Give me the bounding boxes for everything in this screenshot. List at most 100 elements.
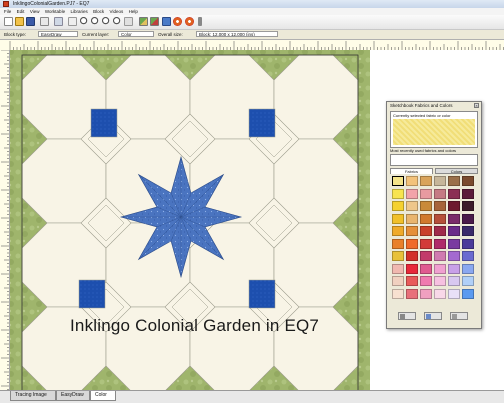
fabric-swatch[interactable]: [406, 226, 418, 236]
fabric-swatch[interactable]: [392, 276, 404, 286]
color-palette-icon[interactable]: [185, 17, 194, 26]
fabric-swatch[interactable]: [420, 201, 432, 211]
fabric-swatch[interactable]: [448, 276, 460, 286]
sketchbook-fabrics-palette[interactable]: Sketchbook Fabrics and Colors × Currentl…: [386, 101, 482, 329]
fabric-swatch[interactable]: [406, 251, 418, 261]
fabric-swatch[interactable]: [392, 238, 404, 249]
fabric-swatch[interactable]: [448, 201, 460, 211]
fabric-swatch[interactable]: [448, 176, 460, 186]
fabric-swatch[interactable]: [392, 226, 404, 236]
fabric-swatch[interactable]: [462, 213, 474, 224]
fabric-swatch[interactable]: [420, 226, 432, 236]
fabric-swatch[interactable]: [462, 201, 474, 211]
fabric-swatch[interactable]: [434, 288, 446, 299]
palette-sort-button[interactable]: [424, 312, 442, 320]
fabric-swatch[interactable]: [392, 176, 404, 186]
fabric-swatch[interactable]: [434, 276, 446, 286]
menu-view[interactable]: View: [30, 9, 40, 14]
save-icon[interactable]: [26, 17, 35, 26]
navy-square: [248, 279, 276, 309]
menu-file[interactable]: File: [4, 9, 11, 14]
menu-help[interactable]: Help: [129, 9, 138, 14]
fabric-swatch[interactable]: [406, 201, 418, 211]
fabric-swatch[interactable]: [392, 263, 404, 274]
fabric-swatch[interactable]: [462, 176, 474, 186]
fabric-swatch[interactable]: [434, 188, 446, 199]
menu-edit[interactable]: Edit: [17, 9, 25, 14]
fabric-swatch[interactable]: [420, 251, 432, 261]
fabric-swatch[interactable]: [392, 201, 404, 211]
fabric-swatch[interactable]: [448, 238, 460, 249]
fabric-swatch[interactable]: [434, 201, 446, 211]
zoom-out-icon[interactable]: [91, 17, 100, 26]
fabric-swatch[interactable]: [420, 188, 432, 199]
fabric-swatch[interactable]: [434, 238, 446, 249]
color-wheel-icon[interactable]: [173, 17, 182, 26]
fabric-swatch[interactable]: [406, 176, 418, 186]
fabric-swatch[interactable]: [420, 238, 432, 249]
fabric-swatch[interactable]: [420, 288, 432, 299]
fabric-swatch[interactable]: [406, 288, 418, 299]
menu-worktable[interactable]: Worktable: [45, 9, 65, 14]
ruler-left-ticks: [1, 49, 9, 390]
tab-easydraw[interactable]: EasyDraw: [56, 391, 90, 401]
open-folder-icon[interactable]: [15, 17, 24, 26]
new-file-icon[interactable]: [4, 17, 13, 26]
fabric-swatch[interactable]: [434, 176, 446, 186]
tab-color[interactable]: Color: [90, 391, 116, 401]
refresh-icon[interactable]: [124, 17, 133, 26]
fabric-swatch[interactable]: [420, 276, 432, 286]
palette-view-button[interactable]: [398, 312, 416, 320]
menu-videos[interactable]: Videos: [110, 9, 124, 14]
fabric-swatch[interactable]: [420, 213, 432, 224]
tab-colors[interactable]: Colors: [435, 168, 478, 174]
fabric-swatch[interactable]: [420, 176, 432, 186]
fabric-swatch[interactable]: [434, 263, 446, 274]
zoom-in-icon[interactable]: [80, 17, 89, 26]
fabric-swatch[interactable]: [448, 251, 460, 261]
fabric-swatch[interactable]: [434, 226, 446, 236]
more-icon[interactable]: [198, 17, 202, 26]
image-caption: Inklingo Colonial Garden in EQ7: [70, 316, 320, 335]
close-icon[interactable]: ×: [474, 103, 479, 108]
view-sketchbook-icon[interactable]: [150, 17, 159, 26]
tab-fabrics[interactable]: Fabrics: [390, 168, 433, 174]
fabric-swatch[interactable]: [448, 263, 460, 274]
fabric-swatch[interactable]: [392, 288, 404, 299]
zoom-fit-icon[interactable]: [102, 17, 111, 26]
fabric-swatch[interactable]: [392, 188, 404, 199]
fabric-swatch[interactable]: [406, 188, 418, 199]
palette-filter-button[interactable]: [450, 312, 468, 320]
fabric-swatch[interactable]: [406, 263, 418, 274]
fabric-swatch[interactable]: [462, 238, 474, 249]
print-icon[interactable]: [40, 17, 49, 26]
menu-libraries[interactable]: Libraries: [70, 9, 87, 14]
fabric-swatch[interactable]: [406, 276, 418, 286]
fabric-swatch[interactable]: [434, 213, 446, 224]
fabric-swatch[interactable]: [434, 251, 446, 261]
add-to-sketchbook-icon[interactable]: [139, 17, 148, 26]
fabric-swatch[interactable]: [392, 251, 404, 261]
fabric-swatch[interactable]: [406, 213, 418, 224]
fabric-swatch[interactable]: [448, 288, 460, 299]
tab-tracing-image[interactable]: Tracing Image: [10, 391, 56, 401]
redo-icon[interactable]: [68, 17, 77, 26]
fabric-swatch[interactable]: [392, 213, 404, 224]
undo-icon[interactable]: [54, 17, 63, 26]
fabric-swatch[interactable]: [406, 238, 418, 249]
fabric-swatch[interactable]: [462, 188, 474, 199]
fabric-swatch[interactable]: [448, 188, 460, 199]
fabric-swatch[interactable]: [448, 213, 460, 224]
fabric-swatch[interactable]: [462, 263, 474, 274]
fabric-swatch[interactable]: [462, 226, 474, 236]
fabric-swatch[interactable]: [420, 263, 432, 274]
grid-icon: [400, 314, 405, 319]
fabric-swatch[interactable]: [462, 276, 474, 286]
menu-block[interactable]: Block: [93, 9, 104, 14]
ruler-top-ticks: [9, 41, 504, 50]
fabric-swatch[interactable]: [462, 288, 474, 299]
fabric-swatch[interactable]: [462, 251, 474, 261]
worktable-icon[interactable]: [162, 17, 171, 26]
fabric-swatch[interactable]: [448, 226, 460, 236]
zoom-actual-icon[interactable]: [113, 17, 122, 26]
